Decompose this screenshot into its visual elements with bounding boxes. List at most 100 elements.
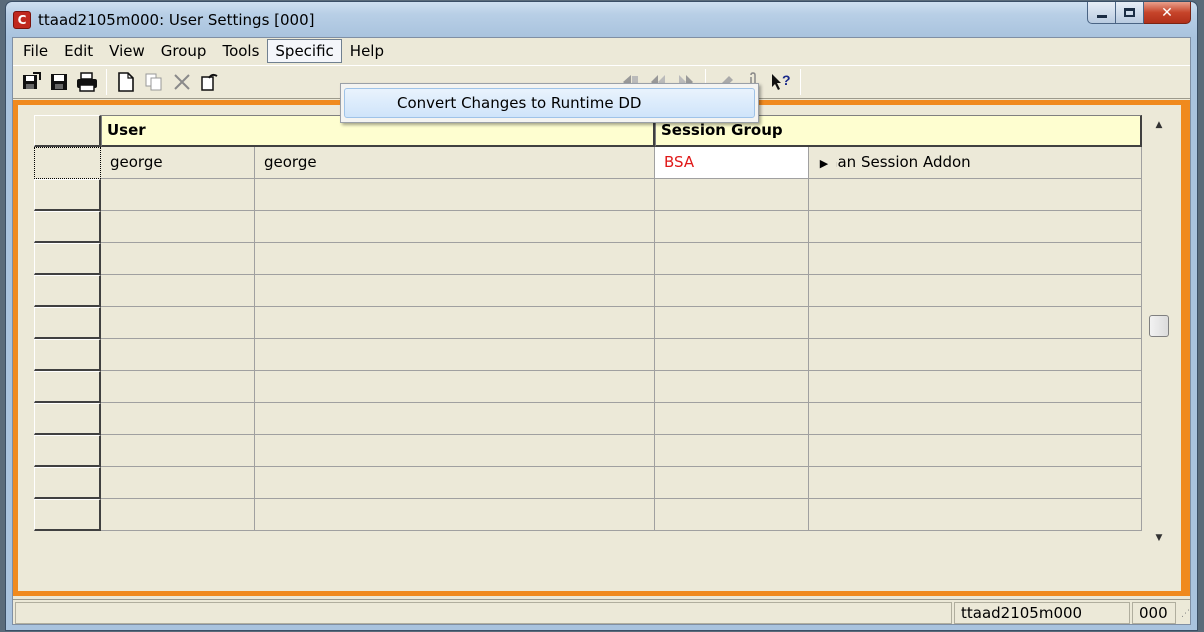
grid-cell-group-code[interactable] bbox=[655, 179, 809, 211]
grid-cell-user-code[interactable] bbox=[101, 467, 255, 499]
row-selector[interactable] bbox=[34, 307, 101, 339]
row-selector[interactable] bbox=[34, 275, 101, 307]
menu-group[interactable]: Group bbox=[153, 39, 215, 63]
grid-cell-user-name[interactable] bbox=[255, 339, 655, 371]
grid-cell-group-code[interactable] bbox=[655, 243, 809, 275]
grid-cell-user-name[interactable] bbox=[255, 211, 655, 243]
resize-grip-icon[interactable]: ⋰ bbox=[1176, 602, 1190, 624]
delete-icon[interactable] bbox=[168, 68, 196, 96]
grid-cell-group-code[interactable] bbox=[655, 339, 809, 371]
client-area: File Edit View Group Tools Specific Help bbox=[12, 37, 1191, 625]
grid-cell-group-desc[interactable] bbox=[809, 211, 1142, 243]
row-selector[interactable] bbox=[34, 211, 101, 243]
grid-cell-user-code[interactable] bbox=[101, 179, 255, 211]
grid-cell-user-name[interactable] bbox=[255, 307, 655, 339]
grid-cell-group-desc[interactable] bbox=[809, 403, 1142, 435]
grid-cell-user-name[interactable] bbox=[255, 435, 655, 467]
maximize-button[interactable] bbox=[1116, 2, 1144, 24]
row-selector[interactable] bbox=[34, 179, 101, 211]
undo-icon[interactable] bbox=[196, 68, 224, 96]
grid-cell-user-code[interactable] bbox=[101, 339, 255, 371]
app-logo-icon[interactable]: C bbox=[13, 11, 31, 29]
status-message bbox=[15, 601, 952, 624]
row-selector[interactable] bbox=[34, 243, 101, 275]
vertical-scrollbar[interactable]: ▲ ▼ bbox=[1148, 115, 1170, 550]
app-window: C ttaad2105m000: User Settings [000] ✕ F… bbox=[5, 1, 1198, 631]
grid-cell-group-code[interactable] bbox=[655, 499, 809, 531]
close-button[interactable]: ✕ bbox=[1144, 2, 1191, 24]
grid-cell-group-desc[interactable] bbox=[809, 435, 1142, 467]
grid-cell-group-code[interactable] bbox=[655, 467, 809, 499]
grid-cell-user-code[interactable]: george bbox=[101, 147, 255, 179]
grid-cell-user-name[interactable] bbox=[255, 275, 655, 307]
grid-cell-user-name[interactable] bbox=[255, 371, 655, 403]
menu-edit[interactable]: Edit bbox=[56, 39, 101, 63]
grid-cell-group-code[interactable] bbox=[655, 275, 809, 307]
grid-cell-group-code[interactable] bbox=[655, 307, 809, 339]
grid-cell-user-code[interactable] bbox=[101, 435, 255, 467]
grid-cell-group-desc[interactable] bbox=[809, 339, 1142, 371]
grid-cell-user-name[interactable]: george bbox=[255, 147, 655, 179]
grid-cell-group-desc[interactable] bbox=[809, 179, 1142, 211]
new-icon[interactable] bbox=[112, 68, 140, 96]
grid-cell-user-code[interactable] bbox=[101, 275, 255, 307]
grid-cell-user-name[interactable] bbox=[255, 403, 655, 435]
grid-cell-group-desc[interactable] bbox=[809, 275, 1142, 307]
menu-view[interactable]: View bbox=[101, 39, 153, 63]
row-selector[interactable] bbox=[34, 435, 101, 467]
row-selector[interactable] bbox=[34, 467, 101, 499]
grid-cell-user-name[interactable] bbox=[255, 243, 655, 275]
grid-cell-group-desc[interactable] bbox=[809, 307, 1142, 339]
grid-cell-group-desc[interactable] bbox=[809, 467, 1142, 499]
row-selector[interactable] bbox=[34, 499, 101, 531]
toolbar-separator bbox=[800, 69, 801, 95]
grid-cell-user-code[interactable] bbox=[101, 499, 255, 531]
grid-cell-user-name[interactable] bbox=[255, 499, 655, 531]
grid-cell-group-code[interactable] bbox=[655, 403, 809, 435]
minimize-icon bbox=[1096, 14, 1107, 18]
grid-container: User Session Group george george BSA Baan S… bbox=[18, 105, 1181, 591]
grid-cell-group-code[interactable] bbox=[655, 435, 809, 467]
orange-frame: User Session Group george george BSA Baan S… bbox=[13, 100, 1190, 596]
grid-cell-user-code[interactable] bbox=[101, 307, 255, 339]
menu-specific[interactable]: Specific bbox=[267, 39, 342, 63]
grid-cell-group-code[interactable]: BSA bbox=[655, 147, 809, 179]
maximize-icon bbox=[1124, 8, 1135, 17]
grid-cell-user-code[interactable] bbox=[101, 403, 255, 435]
menu-bar: File Edit View Group Tools Specific Help bbox=[13, 38, 1190, 64]
grid-cell-group-code[interactable] bbox=[655, 211, 809, 243]
menu-file[interactable]: File bbox=[15, 39, 56, 63]
status-bar: ttaad2105m000 000 ⋰ bbox=[13, 599, 1190, 625]
grid-cell-user-code[interactable] bbox=[101, 371, 255, 403]
grid-cell-group-desc[interactable] bbox=[809, 371, 1142, 403]
grid-cell-group-desc[interactable]: Baan Session Addon bbox=[809, 147, 1142, 179]
svg-text:?: ? bbox=[782, 72, 791, 88]
minimize-button[interactable] bbox=[1087, 2, 1116, 24]
scroll-thumb[interactable] bbox=[1149, 315, 1169, 337]
grid-cell-user-name[interactable] bbox=[255, 467, 655, 499]
grid-cell-group-desc[interactable] bbox=[809, 499, 1142, 531]
grid-cell-user-name[interactable] bbox=[255, 179, 655, 211]
row-selector[interactable] bbox=[34, 339, 101, 371]
menu-tools[interactable]: Tools bbox=[214, 39, 267, 63]
row-selector[interactable] bbox=[34, 371, 101, 403]
copy-icon[interactable] bbox=[140, 68, 168, 96]
scroll-down-icon[interactable]: ▼ bbox=[1148, 528, 1170, 548]
menu-help[interactable]: Help bbox=[342, 39, 392, 63]
status-session-code: ttaad2105m000 bbox=[954, 601, 1130, 624]
grid-cell-user-code[interactable] bbox=[101, 211, 255, 243]
grid-cell-group-desc[interactable] bbox=[809, 243, 1142, 275]
grid-cell-group-code[interactable] bbox=[655, 371, 809, 403]
title-bar[interactable]: C ttaad2105m000: User Settings [000] ✕ bbox=[6, 2, 1197, 38]
data-grid: User Session Group george george BSA Baan S… bbox=[34, 115, 1142, 550]
print-icon[interactable] bbox=[73, 68, 101, 96]
whats-this-help-icon[interactable]: ? bbox=[767, 68, 795, 96]
row-selector[interactable] bbox=[34, 147, 101, 179]
scroll-up-icon[interactable]: ▲ bbox=[1148, 115, 1170, 135]
zoom-arrow-icon[interactable]: ▶ bbox=[812, 148, 836, 178]
convert-changes-menu-item[interactable]: Convert Changes to Runtime DD bbox=[344, 88, 755, 118]
save-icon[interactable] bbox=[45, 68, 73, 96]
row-selector[interactable] bbox=[34, 403, 101, 435]
save-and-exit-icon[interactable] bbox=[17, 68, 45, 96]
grid-cell-user-code[interactable] bbox=[101, 243, 255, 275]
